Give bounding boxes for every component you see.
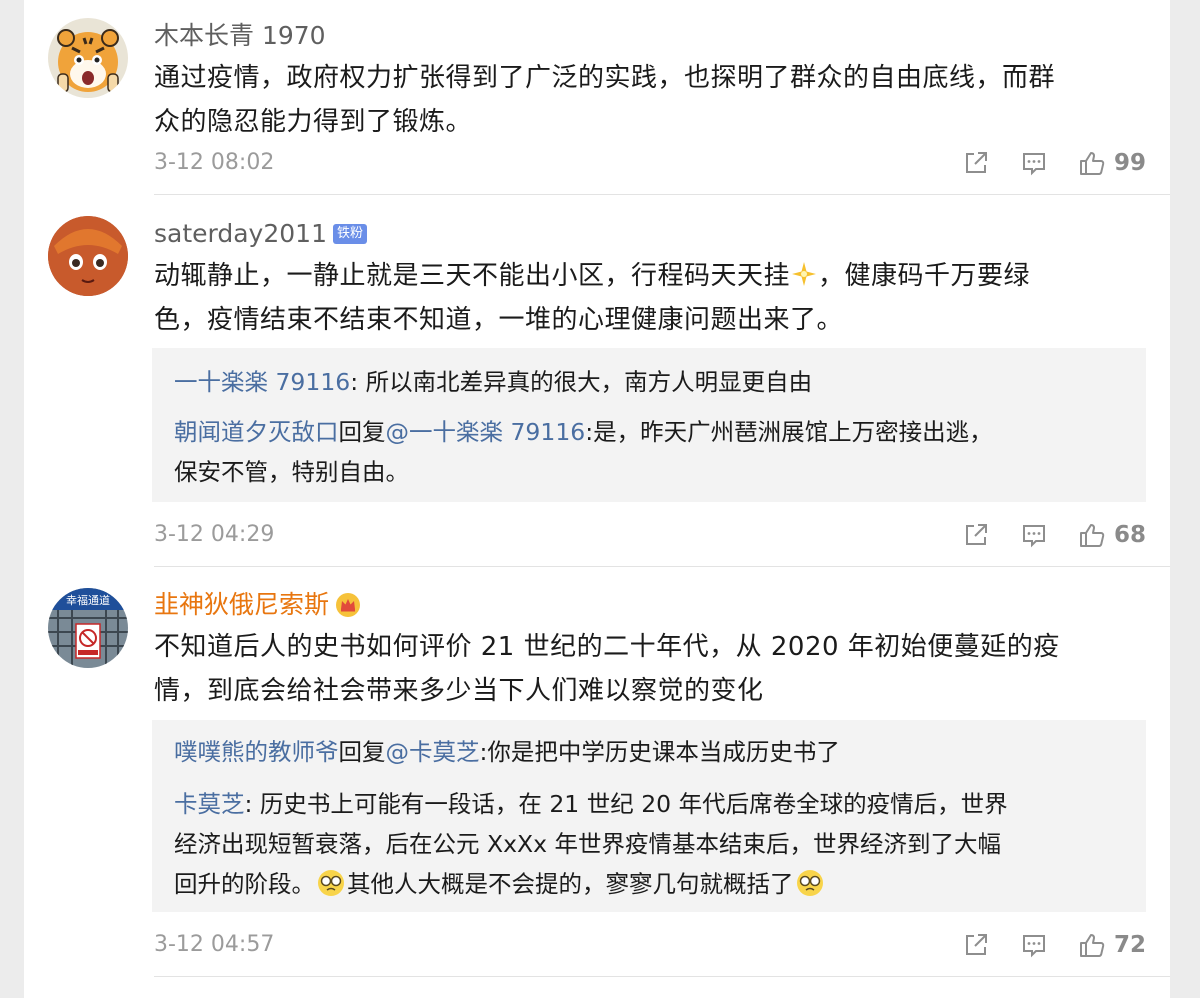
comment-time: 3-12 04:57 xyxy=(154,932,275,957)
like-count: 72 xyxy=(1113,932,1146,958)
username-label[interactable]: saterday2011 xyxy=(154,218,327,250)
reply-item: 噗噗熊的教师爷回复@卡莫芝:你是把中学历史课本当成历史书了 xyxy=(174,732,1129,772)
comment-actions: 68 xyxy=(932,518,1146,552)
fan-badge: 铁粉 xyxy=(332,224,367,244)
thumbs-up-icon xyxy=(1079,524,1105,547)
username[interactable]: saterday2011 铁粉 xyxy=(154,218,367,250)
reply-text-segment: 其他人大概是不会提的，寥寥几句就概括了 xyxy=(347,870,794,898)
reply-box[interactable]: 一十楽楽 79116: 所以南北差异真的很大，南方人明显更自由 朝闻道夕灭敌口回… xyxy=(152,348,1146,502)
username-label[interactable]: 木本长青 1970 xyxy=(154,20,326,52)
username[interactable]: 韭神狄俄尼索斯 xyxy=(154,589,361,621)
share-button[interactable] xyxy=(962,149,990,177)
reply-item: 一十楽楽 79116: 所以南北差异真的很大，南方人明显更自由 xyxy=(174,362,1129,402)
reply-verb: 回复 xyxy=(338,738,386,766)
like-button[interactable]: 72 xyxy=(1078,931,1146,959)
comment-text-line: 情，到底会给社会带来多少当下人们难以察觉的变化 xyxy=(154,676,764,706)
share-icon xyxy=(965,934,987,955)
comment-text-line: 不知道后人的史书如何评价 21 世纪的二十年代，从 2020 年初始便蔓延的疫 xyxy=(154,632,1060,662)
reply-mention[interactable]: @一十楽楽 79116 xyxy=(386,418,586,446)
like-count: 99 xyxy=(1113,150,1146,176)
anime-face-avatar-icon xyxy=(48,216,128,296)
share-button[interactable] xyxy=(962,931,990,959)
comment-actions: 72 xyxy=(932,928,1146,962)
reply-text: :你是把中学历史课本当成历史书了 xyxy=(479,738,840,766)
comment-actions: 99 xyxy=(932,146,1146,180)
reply-text: : 历史书上可能有一段话，在 21 世纪 20 年代后席卷全球的疫情后，世界 xyxy=(244,790,1008,818)
comment-icon xyxy=(1022,935,1045,958)
comment-icon xyxy=(1022,153,1045,176)
divider xyxy=(154,976,1170,977)
comment-meta: 3-12 04:29 68 xyxy=(154,518,1146,552)
comment-time: 3-12 08:02 xyxy=(154,150,275,175)
sad-glasses-emoji-icon xyxy=(796,869,824,897)
user-avatar[interactable] xyxy=(48,18,128,98)
reply-item: 卡莫芝: 历史书上可能有一段话，在 21 世纪 20 年代后席卷全球的疫情后，世… xyxy=(174,784,1129,904)
avatar-sign-text: 幸福通道 xyxy=(66,593,110,607)
comment-icon xyxy=(1022,525,1045,548)
reply-mention[interactable]: @卡莫芝 xyxy=(386,738,480,766)
like-button[interactable]: 99 xyxy=(1078,149,1146,177)
comment-text: 通过疫情，政府权力扩张得到了广泛的实践，也探明了群众的自由底线，而群 众的隐忍能… xyxy=(154,56,1154,144)
comment-meta: 3-12 04:57 72 xyxy=(154,928,1146,962)
divider xyxy=(154,194,1170,195)
comment-text-line: 动辄静止，一静止就是三天不能出小区，行程码天天挂 ，健康码千万要绿 xyxy=(154,254,1154,298)
reply-text-segment: 回升的阶段。 xyxy=(174,870,315,898)
reply-username[interactable]: 朝闻道夕灭敌口 xyxy=(174,418,339,446)
reply-text-continued: 保安不管，特别自由。 xyxy=(174,458,409,486)
comment-text-line: 色，疫情结束不结束不知道，一堆的心理健康问题出来了。 xyxy=(154,305,844,335)
share-icon xyxy=(965,152,987,173)
comment-time: 3-12 04:29 xyxy=(154,522,275,547)
sad-glasses-emoji-icon xyxy=(317,869,345,897)
share-icon xyxy=(965,524,987,545)
reply-text-continued: 经济出现短暂衰落，后在公元 XxXx 年世界疫情基本结束后，世界经济到了大幅 xyxy=(174,830,1001,858)
comment-button[interactable] xyxy=(1020,521,1048,549)
comment-text: 不知道后人的史书如何评价 21 世纪的二十年代，从 2020 年初始便蔓延的疫 … xyxy=(154,625,1154,713)
comment-feed: 木本长青 1970 通过疫情，政府权力扩张得到了广泛的实践，也探明了群众的自由底… xyxy=(24,0,1170,998)
comment-text-segment: 动辄静止，一静止就是三天不能出小区，行程码天天挂 xyxy=(154,261,791,291)
reply-username[interactable]: 卡莫芝 xyxy=(174,790,245,818)
user-avatar[interactable] xyxy=(48,216,128,296)
vip-crown-icon xyxy=(335,592,361,618)
sparkle-emoji-icon xyxy=(790,260,818,288)
sign-photo-avatar-icon: 幸福通道 xyxy=(48,588,128,668)
comment-text-line: 通过疫情，政府权力扩张得到了广泛的实践，也探明了群众的自由底线，而群 xyxy=(154,63,1056,93)
like-count: 68 xyxy=(1113,522,1146,548)
reply-text-continued: 回升的阶段。 其他人大概是不会提的，寥寥几句就概括了 xyxy=(174,864,1129,904)
reply-verb: 回复 xyxy=(338,418,386,446)
divider xyxy=(154,566,1170,567)
thumbs-up-icon xyxy=(1079,934,1105,957)
tiger-avatar-icon xyxy=(48,18,128,98)
thumbs-up-icon xyxy=(1079,152,1105,175)
comment-text-segment: ，健康码千万要绿 xyxy=(818,261,1031,291)
reply-item: 朝闻道夕灭敌口回复@一十楽楽 79116:是，昨天广州琶洲展馆上万密接出逃， 保… xyxy=(174,412,1129,492)
comment-text: 动辄静止，一静止就是三天不能出小区，行程码天天挂 ，健康码千万要绿 色，疫情结束不… xyxy=(154,254,1154,342)
share-button[interactable] xyxy=(962,521,990,549)
like-button[interactable]: 68 xyxy=(1078,521,1146,549)
comment-text-line: 众的隐忍能力得到了锻炼。 xyxy=(154,107,473,137)
reply-username[interactable]: 噗噗熊的教师爷 xyxy=(174,738,339,766)
comment-button[interactable] xyxy=(1020,149,1048,177)
reply-text: : 所以南北差异真的很大，南方人明显更自由 xyxy=(350,368,813,396)
reply-box[interactable]: 噗噗熊的教师爷回复@卡莫芝:你是把中学历史课本当成历史书了 卡莫芝: 历史书上可… xyxy=(152,720,1146,912)
comment-meta: 3-12 08:02 99 xyxy=(154,146,1146,180)
user-avatar[interactable]: 幸福通道 xyxy=(48,588,128,668)
reply-text: :是，昨天广州琶洲展馆上万密接出逃， xyxy=(585,418,993,446)
comment-button[interactable] xyxy=(1020,931,1048,959)
username[interactable]: 木本长青 1970 xyxy=(154,20,326,52)
reply-username[interactable]: 一十楽楽 79116 xyxy=(174,368,350,396)
username-label[interactable]: 韭神狄俄尼索斯 xyxy=(154,589,329,621)
